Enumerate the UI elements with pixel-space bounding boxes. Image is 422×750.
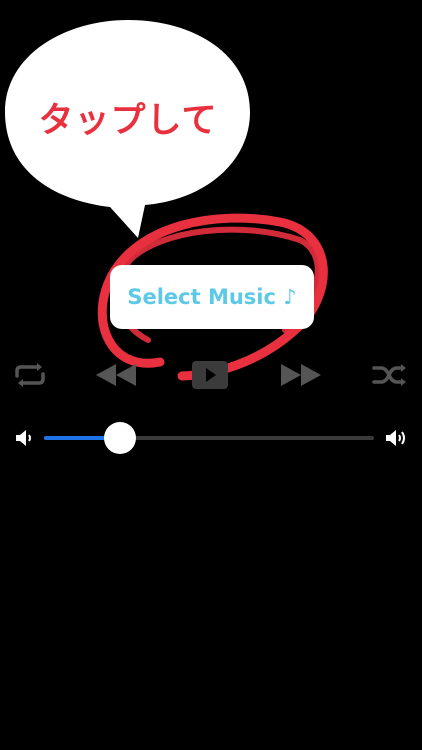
volume-slider[interactable] <box>44 422 374 454</box>
shuffle-button[interactable] <box>370 355 410 395</box>
select-music-button[interactable]: Select Music ♪ <box>110 265 314 329</box>
play-pause-icon <box>192 361 228 389</box>
volume-high-icon <box>384 427 410 453</box>
rewind-button[interactable] <box>93 355 139 395</box>
callout-text: タップして <box>38 101 218 141</box>
play-pause-button[interactable] <box>190 355 230 395</box>
volume-thumb[interactable] <box>103 422 136 454</box>
shuffle-icon <box>372 364 406 386</box>
rewind-icon <box>96 364 136 386</box>
repeat-button[interactable] <box>12 355 48 395</box>
volume-low-icon <box>14 427 34 453</box>
repeat-icon <box>15 363 45 387</box>
fast-forward-button[interactable] <box>277 355 325 395</box>
fast-forward-icon <box>281 364 321 386</box>
